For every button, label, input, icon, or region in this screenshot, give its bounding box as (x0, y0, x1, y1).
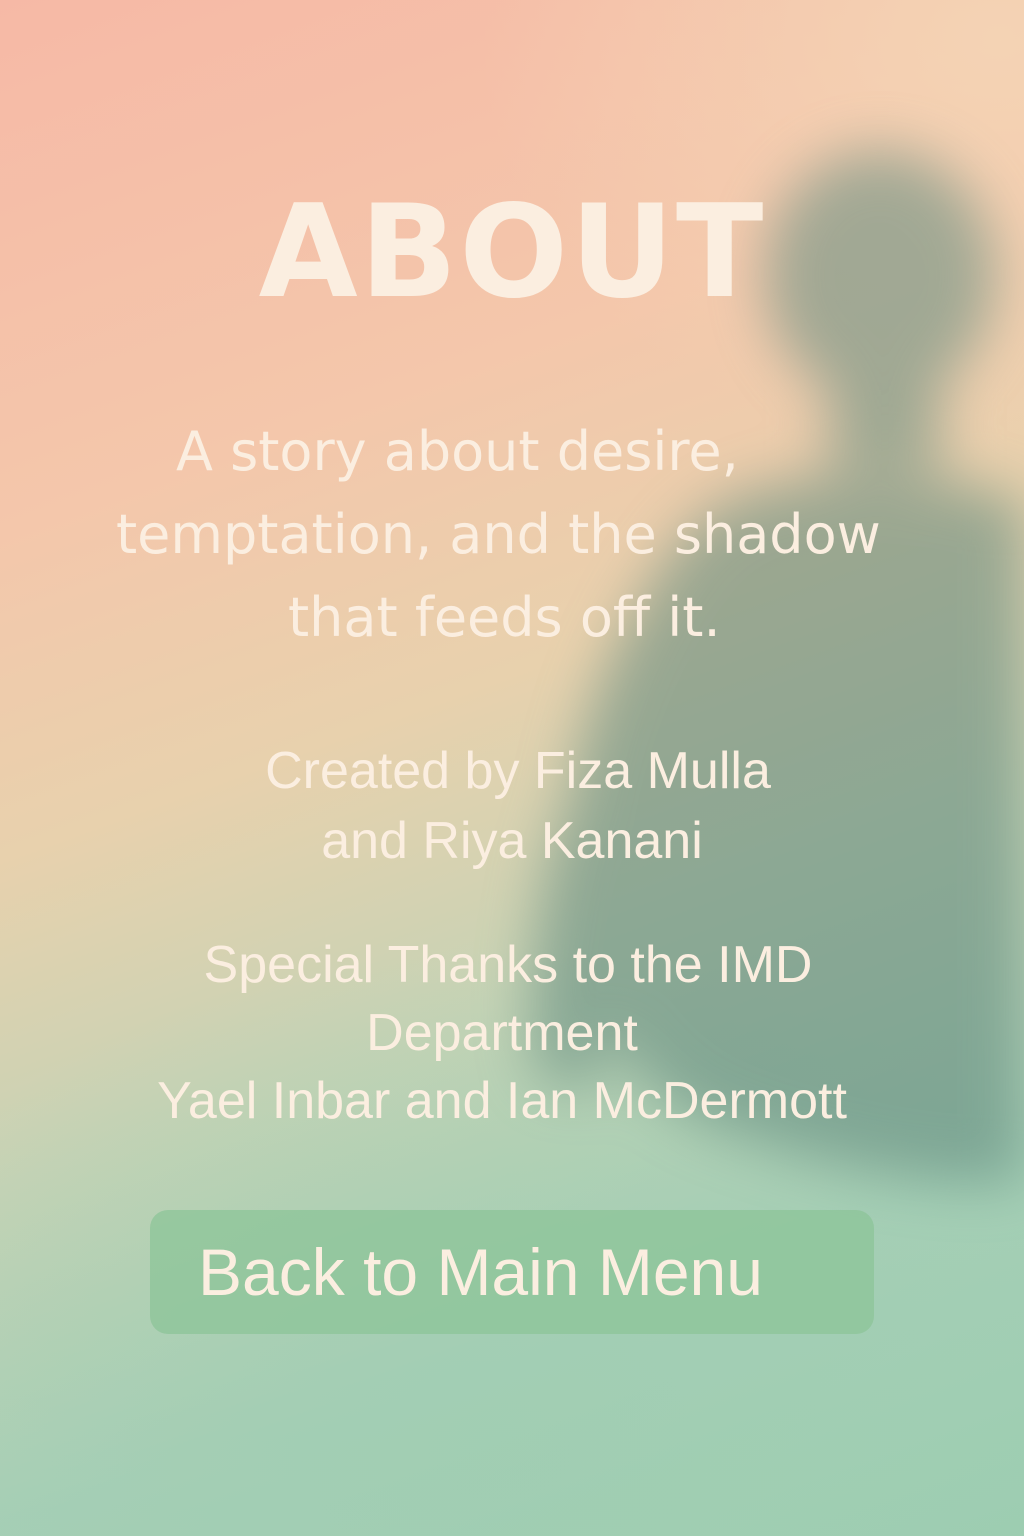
page-title: ABOUT (258, 178, 766, 327)
tagline-line-1: A story about desire, (176, 420, 739, 483)
tagline-line-3: that feeds off it. (288, 586, 721, 649)
credits-line-1: Created by Fiza Mulla (265, 742, 771, 800)
back-button-label: Back to Main Menu (198, 1235, 763, 1309)
thanks-line-1: Special Thanks to the IMD (203, 936, 813, 994)
about-screen: ABOUT A story about desire, temptation, … (0, 0, 1024, 1536)
credits-line-2: and Riya Kanani (321, 812, 703, 870)
thanks-line-2: Department (366, 1004, 638, 1062)
back-to-main-menu-button[interactable]: Back to Main Menu (150, 1210, 874, 1334)
thanks-line-3: Yael Inbar and Ian McDermott (157, 1072, 847, 1130)
tagline-line-2: temptation, and the shadow (116, 503, 881, 566)
about-content: ABOUT A story about desire, temptation, … (0, 0, 1024, 1536)
